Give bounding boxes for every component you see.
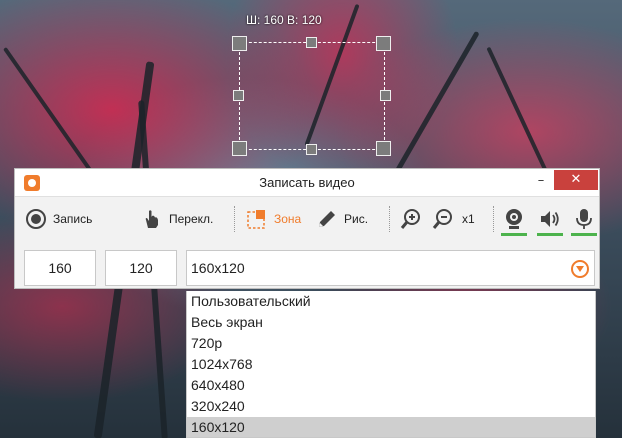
chevron-down-icon[interactable]	[571, 260, 589, 278]
toolbar-separator	[493, 206, 494, 232]
switch-button[interactable]: Перекл.	[141, 207, 213, 231]
record-label: Запись	[53, 212, 93, 226]
microphone-icon	[576, 209, 592, 229]
webcam-active-indicator	[501, 233, 527, 236]
zoom-level: x1	[462, 212, 475, 226]
speaker-active-indicator	[537, 233, 563, 236]
record-icon	[26, 209, 46, 229]
webcam-button[interactable]	[502, 207, 526, 231]
zoom-out-icon	[432, 209, 452, 229]
microphone-active-indicator	[571, 233, 597, 236]
size-preset-value: 160x120	[191, 260, 245, 276]
draw-button[interactable]: Рис.	[316, 207, 368, 231]
record-video-window: Записать видео – ✕ Запись Перекл. Зона Р…	[14, 168, 600, 289]
resize-handle-top-right[interactable]	[376, 36, 391, 51]
resize-handle-right[interactable]	[380, 90, 391, 101]
size-preset-dropdown: Пользовательский Весь экран 720p 1024x76…	[186, 291, 596, 438]
toolbar-separator	[389, 206, 390, 232]
title-bar[interactable]: Записать видео – ✕	[15, 169, 599, 197]
resize-handle-bottom-right[interactable]	[376, 141, 391, 156]
webcam-icon	[506, 209, 522, 229]
microphone-button[interactable]	[574, 207, 594, 231]
toolbar: Запись Перекл. Зона Рис. x1	[15, 197, 599, 241]
background-branch	[385, 30, 480, 190]
area-icon	[247, 210, 265, 229]
height-input[interactable]: 120	[105, 250, 177, 286]
dropdown-option-selected[interactable]: 160x120	[187, 417, 595, 437]
window-title: Записать видео	[259, 175, 355, 190]
area-button[interactable]: Зона	[246, 207, 301, 231]
switch-label: Перекл.	[169, 212, 214, 226]
resize-handle-top-left[interactable]	[232, 36, 247, 51]
width-input[interactable]: 160	[24, 250, 96, 286]
pencil-icon	[319, 211, 335, 227]
size-controls: 160 120 160x120	[15, 241, 599, 288]
zoom-in-button[interactable]	[399, 207, 423, 231]
resize-handle-top[interactable]	[306, 37, 317, 48]
speaker-button[interactable]	[538, 207, 562, 231]
resize-handle-left[interactable]	[233, 90, 244, 101]
capture-area-frame[interactable]	[239, 42, 385, 150]
resize-handle-bottom[interactable]	[306, 144, 317, 155]
hand-icon	[145, 210, 158, 228]
zoom-in-icon	[400, 209, 420, 229]
close-button[interactable]: ✕	[554, 170, 598, 190]
dropdown-option[interactable]: 640x480	[187, 375, 595, 396]
area-label: Зона	[274, 212, 302, 226]
dropdown-option[interactable]: 720p	[187, 333, 595, 354]
speaker-icon	[541, 211, 559, 227]
zoom-out-button[interactable]	[431, 207, 455, 231]
dropdown-option[interactable]: 320x240	[187, 396, 595, 417]
record-button[interactable]: Запись	[25, 207, 92, 231]
dropdown-option[interactable]: Пользовательский	[187, 291, 595, 312]
resize-handle-bottom-left[interactable]	[232, 141, 247, 156]
toolbar-separator	[234, 206, 235, 232]
size-preset-select[interactable]: 160x120	[186, 250, 595, 286]
dropdown-option[interactable]: Весь экран	[187, 312, 595, 333]
dropdown-option[interactable]: 1024x768	[187, 354, 595, 375]
draw-label: Рис.	[344, 212, 369, 226]
minimize-button[interactable]: –	[528, 172, 554, 190]
capture-size-label: Ш: 160 В: 120	[246, 13, 322, 27]
